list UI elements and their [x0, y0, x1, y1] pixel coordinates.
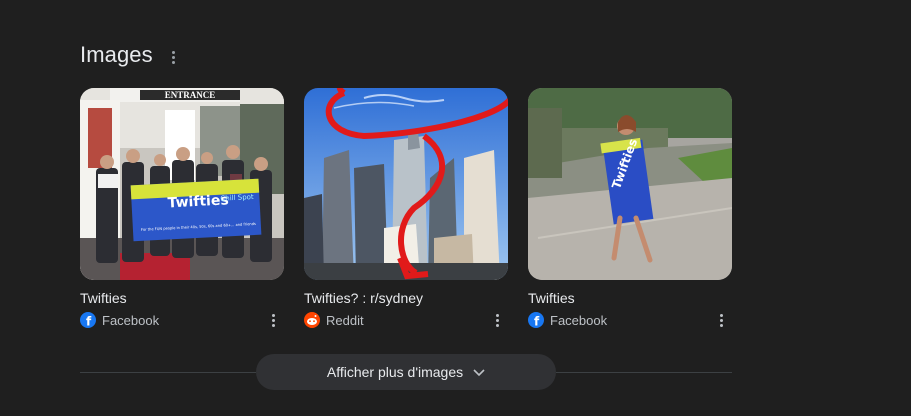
- image-title[interactable]: Twifties: [528, 290, 732, 306]
- image-thumbnail[interactable]: ENTRANCE Twifties Chill Spot For the FUN…: [80, 88, 284, 280]
- image-title[interactable]: Twifties: [80, 290, 284, 306]
- image-result-card[interactable]: Twifties Twifties f Facebook: [528, 88, 732, 328]
- reddit-icon: [304, 312, 320, 328]
- city-skyline-image: [304, 88, 508, 280]
- show-more-images-button[interactable]: Afficher plus d'images: [256, 354, 556, 390]
- image-title[interactable]: Twifties? : r/sydney: [304, 290, 508, 306]
- source-name[interactable]: Reddit: [326, 313, 364, 328]
- image-result-card[interactable]: ENTRANCE Twifties Chill Spot For the FUN…: [80, 88, 284, 328]
- section-title: Images: [80, 42, 153, 67]
- more-options-icon[interactable]: [268, 312, 278, 328]
- facebook-icon: f: [528, 312, 544, 328]
- svg-text:f: f: [534, 315, 540, 329]
- twifties-banner: Twifties Chill Spot For the FUN people i…: [130, 178, 262, 242]
- more-options-icon[interactable]: [716, 312, 726, 328]
- image-result-card[interactable]: Twifties? : r/sydney Reddit: [304, 88, 508, 328]
- divider-right: [556, 372, 732, 373]
- image-thumbnail[interactable]: Twifties: [528, 88, 732, 280]
- source-name[interactable]: Facebook: [550, 313, 607, 328]
- section-more-options-icon[interactable]: [166, 46, 180, 68]
- show-more-label: Afficher plus d'images: [326, 364, 464, 380]
- woman-with-banner-image: Twifties: [528, 88, 732, 280]
- facebook-icon: f: [80, 312, 96, 328]
- chevron-down-icon: [473, 364, 485, 380]
- more-options-icon[interactable]: [492, 312, 502, 328]
- image-thumbnail[interactable]: [304, 88, 508, 280]
- svg-text:f: f: [86, 315, 92, 329]
- divider-left: [80, 372, 256, 373]
- entrance-sign-text: ENTRANCE: [165, 90, 216, 100]
- source-name[interactable]: Facebook: [102, 313, 159, 328]
- group-photo-image: ENTRANCE Twifties Chill Spot For the FUN…: [80, 88, 284, 280]
